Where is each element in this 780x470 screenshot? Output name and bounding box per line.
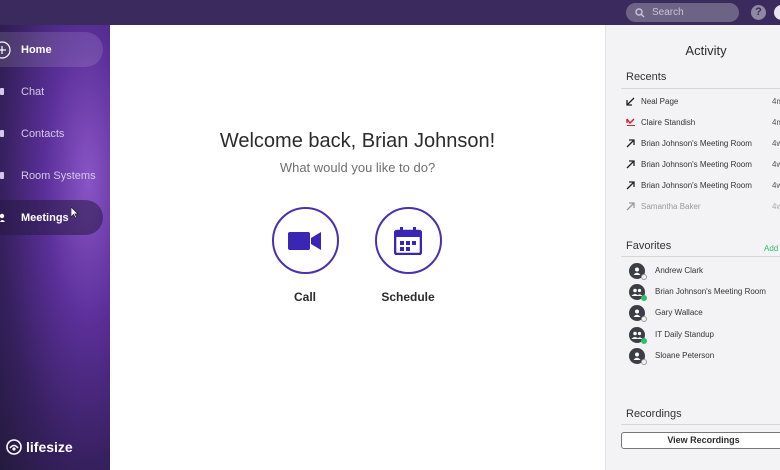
recent-time: 4w <box>772 139 780 148</box>
sidebar: Home Chat Contacts Room Systems Meetings… <box>0 25 110 470</box>
sidebar-item-room-systems[interactable]: Room Systems <box>0 158 103 193</box>
help-icon[interactable]: ? <box>751 5 766 20</box>
favorites-title: Favorites <box>626 240 672 252</box>
person-icon <box>629 262 647 280</box>
offline-status-icon <box>641 358 647 365</box>
recent-name: Brian Johnson's Meeting Room <box>641 181 752 190</box>
person-icon <box>629 347 647 365</box>
favorite-name: Brian Johnson's Meeting Room <box>655 287 766 296</box>
missed-call-icon <box>626 118 641 127</box>
contacts-icon <box>0 116 21 151</box>
outgoing-call-icon <box>626 160 641 169</box>
mouse-cursor-icon <box>71 207 79 219</box>
sidebar-item-label: Contacts <box>21 127 65 140</box>
recent-item[interactable]: Samantha Baker 4w <box>626 196 780 217</box>
recent-time: 4m <box>772 118 780 127</box>
recent-name: Neal Page <box>641 97 679 106</box>
welcome-heading: Welcome back, Brian Johnson! <box>219 130 496 152</box>
video-camera-icon <box>288 231 321 250</box>
schedule-label: Schedule <box>381 290 435 304</box>
logo-text: lifesize <box>26 439 73 455</box>
offline-status-icon <box>641 315 647 322</box>
favorite-name: IT Daily Standup <box>655 330 714 339</box>
recent-time: 4m <box>772 97 780 106</box>
recent-item[interactable]: Brian Johnson's Meeting Room 4w <box>626 133 780 154</box>
search-input[interactable]: Search <box>626 3 739 22</box>
call-label: Call <box>293 290 316 304</box>
recent-name: Claire Standish <box>641 118 696 127</box>
favorite-name: Sloane Peterson <box>655 351 715 360</box>
recent-item[interactable]: Claire Standish 4m <box>626 112 780 133</box>
search-placeholder: Search <box>652 7 684 18</box>
outgoing-call-icon <box>626 202 641 211</box>
divider <box>621 256 780 257</box>
divider <box>621 88 780 89</box>
call-button[interactable]: Call <box>260 207 350 304</box>
lifesize-logo: lifesize <box>6 439 73 455</box>
call-button-circle[interactable] <box>271 207 339 274</box>
divider <box>621 424 780 425</box>
sidebar-item-label: Home <box>21 43 52 56</box>
outgoing-call-icon <box>626 139 641 148</box>
favorite-name: Gary Wallace <box>655 308 703 317</box>
user-avatar[interactable] <box>774 5 780 20</box>
favorite-item[interactable]: Andrew Clark <box>629 260 703 281</box>
outgoing-call-icon <box>626 181 641 190</box>
favorite-item[interactable]: Gary Wallace <box>629 302 703 323</box>
incoming-call-icon <box>626 97 641 106</box>
user-icon <box>0 200 21 235</box>
sidebar-item-label: Chat <box>21 85 45 98</box>
schedule-button[interactable]: Schedule <box>363 207 453 304</box>
recent-time: 4w <box>772 202 780 211</box>
favorite-item[interactable]: Sloane Peterson <box>629 345 714 366</box>
recent-time: 4w <box>772 181 780 190</box>
main-panel: Welcome back, Brian Johnson! What would … <box>110 25 605 470</box>
recent-name: Brian Johnson's Meeting Room <box>641 160 752 169</box>
sidebar-item-label: Room Systems <box>21 169 96 182</box>
sidebar-item-label: Meetings <box>21 211 69 224</box>
top-bar: Search ? <box>0 0 780 25</box>
group-icon <box>629 283 647 301</box>
lifesize-logo-icon <box>6 439 22 455</box>
calendar-icon <box>394 226 422 255</box>
recents-title: Recents <box>626 71 667 83</box>
recent-name: Samantha Baker <box>641 202 701 211</box>
activity-panel: Activity Recents Neal Page 4m Claire Sta… <box>605 25 780 470</box>
sidebar-item-contacts[interactable]: Contacts <box>0 116 103 151</box>
sidebar-item-chat[interactable]: Chat <box>0 74 103 109</box>
group-icon <box>629 326 647 344</box>
recordings-title: Recordings <box>626 408 682 420</box>
view-recordings-button[interactable]: View Recordings <box>621 432 780 449</box>
recent-name: Brian Johnson's Meeting Room <box>641 139 752 148</box>
favorite-name: Andrew Clark <box>655 266 704 275</box>
recent-item[interactable]: Neal Page 4m <box>626 91 780 112</box>
room-systems-icon <box>0 158 21 193</box>
schedule-button-circle[interactable] <box>374 207 442 274</box>
plus-circle-icon <box>0 32 21 67</box>
offline-status-icon <box>641 273 647 280</box>
chat-icon <box>0 74 21 109</box>
favorite-item[interactable]: IT Daily Standup <box>629 324 714 345</box>
online-status-icon <box>641 337 647 344</box>
activity-title: Activity <box>685 43 727 58</box>
recent-item[interactable]: Brian Johnson's Meeting Room 4w <box>626 175 780 196</box>
sidebar-item-meetings[interactable]: Meetings <box>0 200 103 235</box>
welcome-subtitle: What would you like to do? <box>279 160 436 175</box>
add-favorite-link[interactable]: Add <box>764 244 778 253</box>
recent-time: 4w <box>772 160 780 169</box>
search-icon <box>635 7 645 17</box>
recent-item[interactable]: Brian Johnson's Meeting Room 4w <box>626 154 780 175</box>
person-icon <box>629 304 647 322</box>
online-status-icon <box>641 294 647 301</box>
sidebar-item-home[interactable]: Home <box>0 32 103 67</box>
favorite-item[interactable]: Brian Johnson's Meeting Room <box>629 281 766 302</box>
